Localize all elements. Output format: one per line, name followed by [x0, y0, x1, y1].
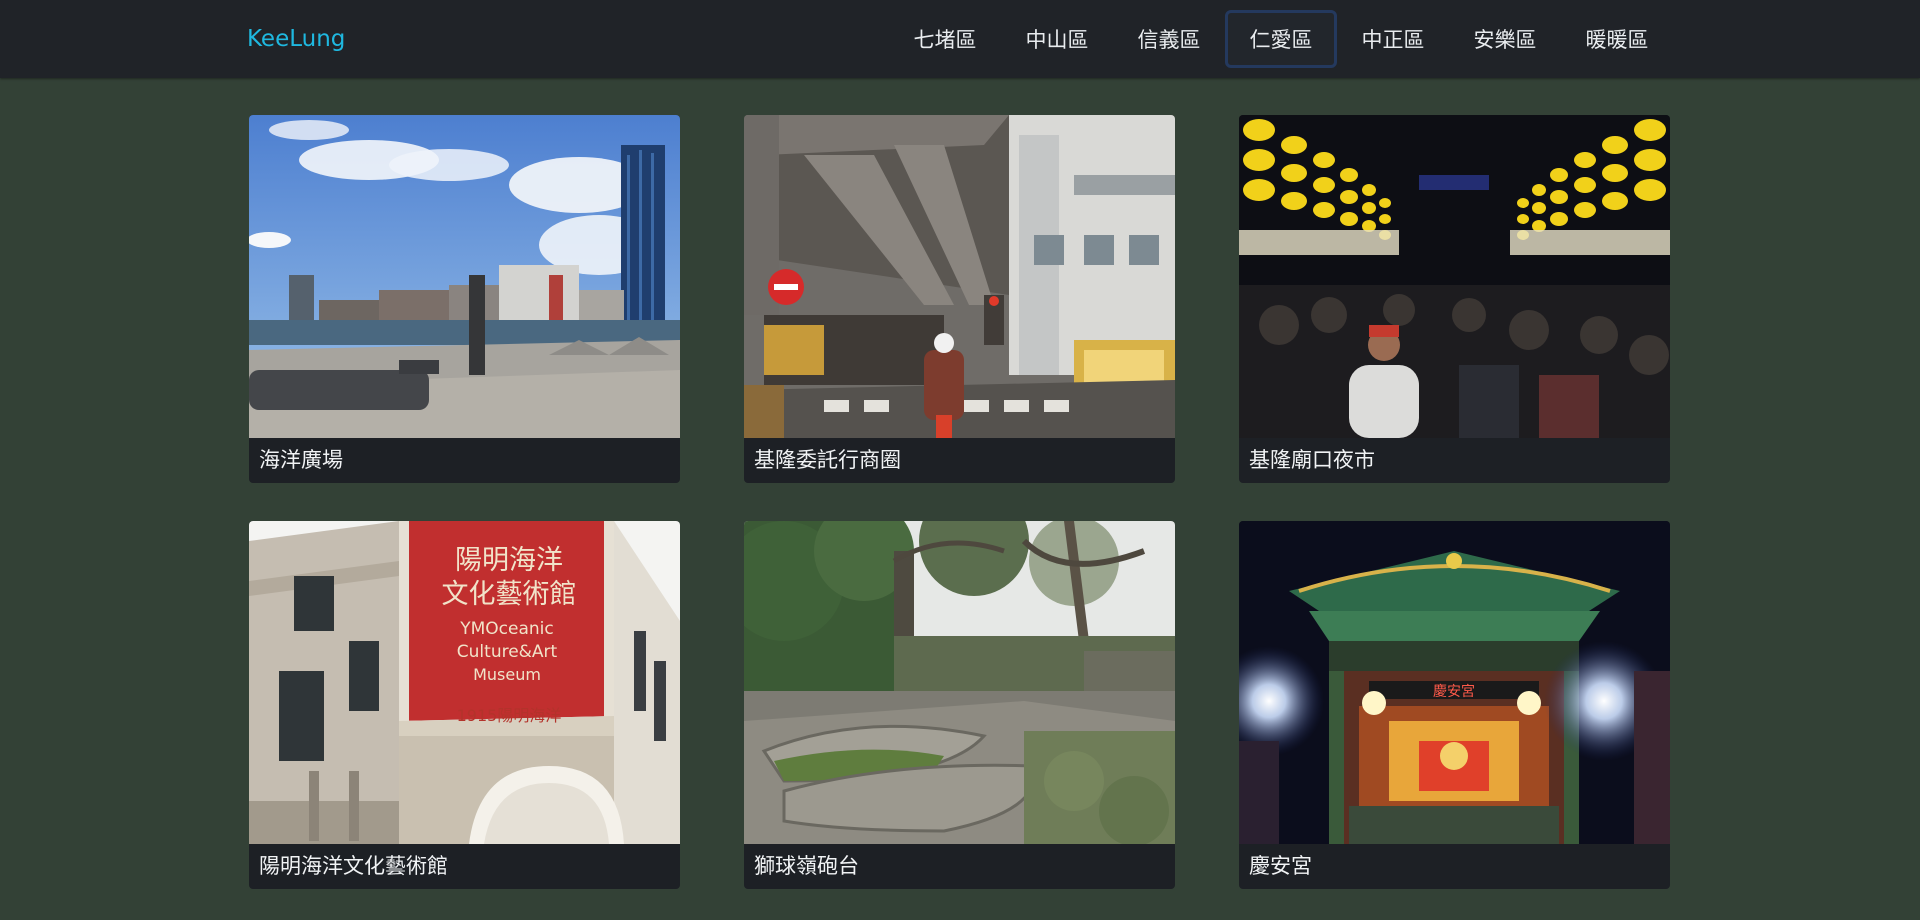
ocean-plaza-photo — [249, 115, 680, 438]
qingan-temple-caption: 慶安宮 — [1249, 854, 1312, 878]
attraction-card-qingan-temple[interactable]: 慶安宮 慶安宮 — [1239, 521, 1670, 889]
nav-item-qidu[interactable]: 七堵區 — [889, 10, 1001, 68]
nav-item-xinyi[interactable]: 信義區 — [1113, 10, 1225, 68]
shiqiuling-fort-caption: 獅球嶺砲台 — [754, 854, 859, 878]
nav-list: 七堵區 中山區 信義區 仁愛區 中正區 安樂區 暖暖區 — [889, 9, 1673, 69]
attraction-card-consignment-shopping[interactable]: 基隆委託行商圈 — [744, 115, 1175, 483]
museum-sign-line2: 文化藝術館 — [442, 579, 577, 610]
nav-item-zhongzheng[interactable]: 中正區 — [1337, 10, 1449, 68]
brand-link[interactable]: KeeLung — [247, 22, 345, 56]
attraction-card-ym-oceanic-museum[interactable]: 陽明海洋 文化藝術館 YMOceanic Culture&Art Museum … — [249, 521, 680, 889]
oceanic-museum-caption: 陽明海洋文化藝術館 — [259, 854, 448, 878]
navbar: KeeLung 七堵區 中山區 信義區 仁愛區 中正區 安樂區 暖暖區 — [0, 0, 1920, 78]
museum-year-sign: 1915陽明海洋 — [457, 706, 562, 725]
shiqiuling-fort-photo — [744, 521, 1175, 844]
museum-sign-line3: YMOceanic — [459, 619, 554, 639]
temple-sign: 慶安宮 — [1433, 684, 1475, 700]
attraction-grid: 海洋廣場 基隆委託行商圈 基隆廟口夜市 陽明海洋 文化藝術館 YMOceanic… — [249, 115, 1671, 889]
night-market-photo — [1239, 115, 1670, 438]
nav-item-zhongshan[interactable]: 中山區 — [1001, 10, 1113, 68]
oceanic-museum-photo: 陽明海洋 文化藝術館 YMOceanic Culture&Art Museum … — [249, 521, 680, 844]
nav-item-anle[interactable]: 安樂區 — [1449, 10, 1561, 68]
museum-sign-line5: Museum — [473, 665, 541, 684]
museum-sign-line4: Culture&Art — [457, 642, 558, 662]
night-market-caption: 基隆廟口夜市 — [1249, 448, 1375, 472]
nav-item-nuannuan[interactable]: 暖暖區 — [1561, 10, 1673, 68]
nav-item-renai[interactable]: 仁愛區 — [1225, 10, 1337, 68]
museum-sign-line1: 陽明海洋 — [455, 545, 563, 576]
attraction-card-miaokou-night-market[interactable]: 基隆廟口夜市 — [1239, 115, 1670, 483]
attraction-card-shiqiuling-fort[interactable]: 獅球嶺砲台 — [744, 521, 1175, 889]
attraction-card-ocean-plaza[interactable]: 海洋廣場 — [249, 115, 680, 483]
ocean-plaza-caption: 海洋廣場 — [259, 448, 343, 472]
consignment-shopping-photo — [744, 115, 1175, 438]
consignment-shopping-caption: 基隆委託行商圈 — [754, 448, 901, 472]
qingan-temple-photo: 慶安宮 — [1239, 521, 1670, 844]
